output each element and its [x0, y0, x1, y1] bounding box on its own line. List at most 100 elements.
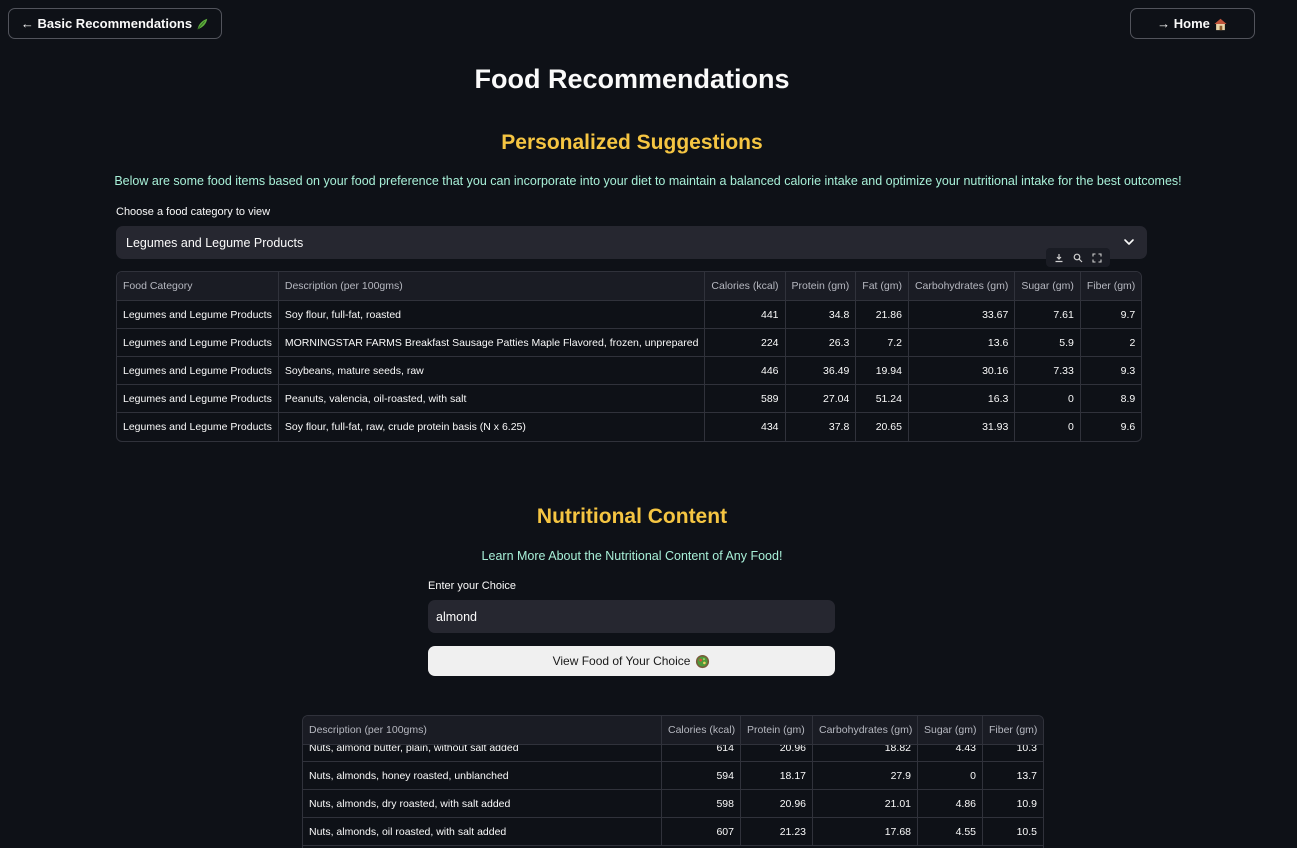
table-cell: 598: [662, 790, 741, 818]
table-cell: 26.3: [785, 329, 857, 357]
table-cell: 9.6: [1120, 421, 1136, 433]
nutritional-description: Learn More About the Nutritional Content…: [481, 549, 783, 563]
table-cell: 10.9: [1016, 798, 1037, 810]
table-cell: 51.24: [856, 385, 909, 413]
column-header[interactable]: Protein (gm): [741, 716, 813, 745]
table-cell: 9.7: [1080, 301, 1142, 329]
table-cell: 4.55: [918, 818, 983, 846]
table-row[interactable]: Legumes and Legume Products MORNINGSTAR …: [117, 329, 1142, 357]
table-cell: 0: [918, 762, 983, 790]
table-cell: 16.3: [908, 385, 1016, 413]
table-cell: 30.16: [908, 357, 1016, 385]
table-cell: 37.8: [786, 413, 857, 441]
table-cell: 8.9: [1080, 385, 1142, 413]
column-header[interactable]: Carbohydrates (gm): [908, 272, 1016, 301]
table-cell: 20.65: [856, 413, 909, 441]
table-cell: 446: [705, 357, 786, 385]
table-cell: 17.68: [813, 818, 918, 846]
category-select-label: Choose a food category to view: [116, 206, 271, 218]
column-header[interactable]: Carbohydrates (gm): [813, 716, 918, 745]
table-cell: Legumes and Legume Products: [117, 329, 279, 357]
table-cell: 34.8: [785, 301, 857, 329]
personalized-description: Below are some food items based on your …: [114, 174, 1182, 188]
column-header[interactable]: Calories (kcal): [662, 716, 741, 745]
table-cell: 31.93: [909, 413, 1016, 441]
table-cell: 36.49: [785, 357, 857, 385]
personalized-suggestions-title: Personalized Suggestions: [501, 131, 763, 154]
column-header[interactable]: Fiber (gm): [983, 716, 1043, 745]
table-cell: 21.01: [813, 790, 918, 818]
table-header-row: Description (per 100gms) Calories (kcal)…: [303, 716, 1043, 745]
home-button-label: → Home: [1157, 16, 1210, 31]
table-cell: 224: [705, 329, 786, 357]
food-category-select[interactable]: Legumes and Legume Products: [116, 226, 1147, 259]
page-title: Food Recommendations: [474, 64, 790, 94]
column-header[interactable]: Protein (gm): [785, 272, 857, 301]
nutritional-content-title: Nutritional Content: [536, 505, 728, 528]
view-food-button-label: View Food of Your Choice: [552, 654, 691, 668]
page: ← Basic Recommendations → Home Food Reco…: [0, 0, 1297, 848]
table-cell: MORNINGSTAR FARMS Breakfast Sausage Patt…: [278, 329, 706, 357]
column-header[interactable]: Fiber (gm): [1080, 272, 1142, 301]
table-cell: Legumes and Legume Products: [117, 385, 279, 413]
table-row[interactable]: Legumes and Legume Products Soy flour, f…: [117, 301, 1142, 329]
table-row[interactable]: Legumes and Legume Products Soybeans, ma…: [117, 357, 1142, 385]
column-header[interactable]: Fat (gm): [856, 272, 909, 301]
basic-recommendations-button[interactable]: ← Basic Recommendations: [8, 8, 222, 39]
table-cell: Legumes and Legume Products: [117, 301, 279, 329]
table-cell: 10.5: [1016, 826, 1037, 838]
table-cell: 594: [662, 762, 741, 790]
leaf-icon: [197, 18, 208, 30]
download-icon[interactable]: [1054, 253, 1064, 263]
table-cell: 0: [1015, 413, 1081, 441]
table-cell: Legumes and Legume Products: [117, 357, 279, 385]
nutrition-table: Description (per 100gms) Calories (kcal)…: [302, 715, 1044, 848]
table-cell: 589: [705, 385, 786, 413]
table-cell: 607: [662, 818, 741, 846]
table-cell: 27.04: [785, 385, 857, 413]
table-row[interactable]: Legumes and Legume Products Soy flour, f…: [117, 413, 1141, 441]
table-cell: Legumes and Legume Products: [117, 413, 279, 441]
table-cell: Nuts, almonds, oil roasted, with salt ad…: [303, 818, 662, 846]
column-header[interactable]: Description (per 100gms): [303, 716, 662, 745]
table-cell: 2: [1080, 329, 1142, 357]
column-header[interactable]: Sugar (gm): [918, 716, 983, 745]
table-cell: 19.94: [856, 357, 909, 385]
table-cell: 27.9: [813, 762, 918, 790]
home-button[interactable]: → Home: [1130, 8, 1255, 39]
column-header[interactable]: Food Category: [117, 272, 279, 301]
table-header-row: Food Category Description (per 100gms) C…: [117, 272, 1142, 301]
table-cell: 21.86: [856, 301, 909, 329]
table-cell: 20.96: [741, 790, 813, 818]
food-category-select-value: Legumes and Legume Products: [126, 235, 304, 250]
back-button-label: ← Basic Recommendations: [20, 16, 193, 31]
column-header[interactable]: Sugar (gm): [1015, 272, 1081, 301]
search-icon[interactable]: [1073, 253, 1083, 263]
house-icon: [1214, 18, 1227, 30]
table-cell: Soy flour, full-fat, roasted: [278, 301, 706, 329]
table-toolbar: [1046, 248, 1110, 267]
salad-icon: [696, 654, 710, 668]
food-choice-input[interactable]: [428, 600, 835, 633]
table-cell: Soybeans, mature seeds, raw: [278, 357, 706, 385]
table-row[interactable]: Nuts, almonds, oil roasted, with salt ad…: [303, 818, 1043, 846]
table-cell: 9.3: [1080, 357, 1142, 385]
table-cell: 5.9: [1015, 329, 1081, 357]
table-cell: 33.67: [908, 301, 1016, 329]
column-header[interactable]: Description (per 100gms): [278, 272, 706, 301]
column-header[interactable]: Calories (kcal): [705, 272, 786, 301]
chevron-down-icon: [1124, 239, 1134, 245]
table-cell: 7.33: [1015, 357, 1081, 385]
table-row[interactable]: Legumes and Legume Products Peanuts, val…: [117, 385, 1142, 413]
table-cell: 13.7: [1016, 770, 1037, 782]
table-cell: 21.23: [741, 818, 813, 846]
fullscreen-icon[interactable]: [1092, 252, 1102, 263]
table-cell: Nuts, almonds, dry roasted, with salt ad…: [303, 790, 662, 818]
table-row[interactable]: Nuts, almonds, dry roasted, with salt ad…: [303, 790, 1043, 818]
table-row[interactable]: Nuts, almonds, honey roasted, unblanched…: [303, 762, 1043, 790]
view-food-button[interactable]: View Food of Your Choice: [428, 646, 835, 676]
table-cell: 7.61: [1015, 301, 1081, 329]
suggestions-table: Food Category Description (per 100gms) C…: [116, 271, 1143, 442]
table-cell: 441: [705, 301, 786, 329]
table-cell: Soy flour, full-fat, raw, crude protein …: [279, 413, 706, 441]
